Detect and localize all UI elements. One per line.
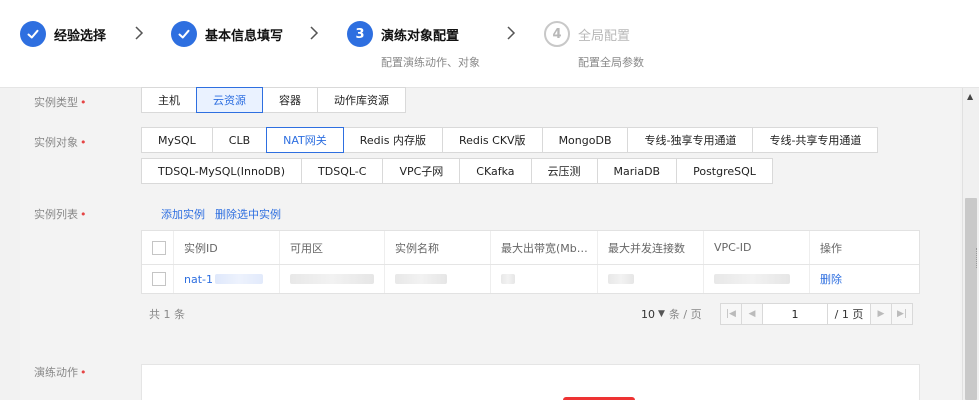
row-checkbox-cell	[142, 265, 174, 293]
instance-object-option[interactable]: 云压测	[530, 158, 598, 184]
instance-type-option[interactable]: 主机	[141, 87, 197, 113]
pagination: 共 1 条 10 ▼ 条 / 页 |◀ ◀ 1 / 1 页 ▶ ▶|	[141, 300, 920, 328]
instance-type-selector: 主机 云资源 容器 动作库资源	[141, 87, 406, 113]
check-icon	[171, 21, 197, 47]
instance-id-cell: nat-1	[174, 265, 280, 293]
column-header: 实例名称	[385, 231, 491, 264]
instance-type-option[interactable]: 动作库资源	[317, 87, 406, 113]
table-header: 实例ID 可用区 实例名称 最大出带宽(Mb… 最大并发连接数 VPC-ID 操…	[142, 231, 919, 265]
delete-row-link[interactable]: 删除	[820, 271, 842, 287]
bandwidth-cell	[491, 265, 598, 293]
total-count: 共 1 条	[149, 308, 185, 321]
scrollbar-thumb[interactable]	[965, 198, 977, 400]
redacted-text	[290, 274, 374, 284]
instance-object-option[interactable]: MySQL	[141, 127, 213, 153]
redacted-text	[714, 274, 790, 284]
instance-object-option[interactable]: NAT网关	[266, 127, 344, 153]
step-label: 经验选择	[54, 28, 107, 44]
scroll-up-icon[interactable]: ▲	[967, 92, 973, 101]
instance-object-option[interactable]: PostgreSQL	[676, 158, 773, 184]
instance-object-option[interactable]: MongoDB	[541, 127, 629, 153]
column-header: 最大并发连接数	[598, 231, 704, 264]
step-subtitle: 配置全局参数	[578, 56, 644, 69]
step-drill-object-config[interactable]: 3 演练对象配置	[347, 20, 459, 48]
instance-table: 实例ID 可用区 实例名称 最大出带宽(Mb… 最大并发连接数 VPC-ID 操…	[141, 230, 920, 294]
instance-type-option[interactable]: 容器	[262, 87, 318, 113]
header-checkbox-cell	[142, 231, 174, 264]
add-instance-link[interactable]: 添加实例	[161, 206, 205, 222]
connections-cell	[598, 265, 704, 293]
page-size-value: 10	[641, 307, 655, 321]
caret-down-icon: ▼	[658, 309, 665, 319]
instance-id-link[interactable]: nat-1	[184, 273, 213, 286]
step-number: 4	[544, 21, 570, 47]
instance-list-label: 实例列表 •	[34, 208, 87, 221]
redacted-text	[501, 274, 515, 284]
instance-object-option[interactable]: CKafka	[459, 158, 532, 184]
column-header: 最大出带宽(Mb…	[491, 231, 598, 264]
stepper: 经验选择 基本信息填写 3 演练对象配置 配置演练动作、对象 4 全局配置 配置…	[0, 0, 979, 88]
chevron-right-icon	[135, 26, 144, 40]
redacted-text	[395, 274, 447, 284]
instance-object-option[interactable]: TDSQL-C	[301, 158, 384, 184]
step-basic-info[interactable]: 基本信息填写	[171, 20, 283, 48]
select-all-checkbox[interactable]	[152, 240, 166, 255]
chevron-right-icon	[507, 26, 516, 40]
instance-object-option[interactable]: MariaDB	[596, 158, 678, 184]
last-page-icon[interactable]: ▶|	[891, 303, 913, 325]
table-row: nat-1 删除	[142, 265, 919, 293]
chevron-right-icon	[310, 26, 319, 40]
step-experience-selection[interactable]: 经验选择	[20, 20, 106, 48]
column-header: VPC-ID	[704, 231, 810, 264]
redacted-text	[215, 274, 263, 284]
instance-object-option[interactable]: VPC子网	[382, 158, 461, 184]
instance-object-option[interactable]: 专线-共享专用通道	[752, 127, 879, 153]
instance-object-option[interactable]: Redis CKV版	[441, 127, 543, 153]
page-controls: |◀ ◀ 1 / 1 页 ▶ ▶|	[720, 303, 913, 325]
instance-type-label: 实例类型 •	[34, 96, 87, 109]
vertical-scrollbar[interactable]: ▲	[962, 88, 979, 400]
next-page-icon[interactable]: ▶	[870, 303, 892, 325]
action-cell: 删除	[810, 265, 919, 293]
step-label: 基本信息填写	[205, 28, 284, 44]
row-checkbox[interactable]	[152, 272, 166, 286]
instance-list-actions: 添加实例 删除选中实例	[161, 206, 281, 222]
page-number-input[interactable]: 1	[762, 303, 828, 325]
column-header: 可用区	[280, 231, 385, 264]
instance-object-label: 实例对象 •	[34, 136, 87, 149]
instance-object-selector-row1: MySQL CLB NAT网关 Redis 内存版 Redis CKV版 Mon…	[141, 127, 879, 153]
instance-object-selector-row2: TDSQL-MySQL(InnoDB) TDSQL-C VPC子网 CKafka…	[141, 158, 773, 184]
instance-name-cell	[385, 265, 491, 293]
page-size-select[interactable]: 10 ▼ 条 / 页	[641, 306, 702, 322]
column-header: 实例ID	[174, 231, 280, 264]
prev-page-icon[interactable]: ◀	[741, 303, 763, 325]
step-subtitle: 配置演练动作、对象	[381, 56, 480, 69]
vpc-id-cell	[704, 265, 810, 293]
zone-cell	[280, 265, 385, 293]
first-page-icon[interactable]: |◀	[720, 303, 742, 325]
step-number: 3	[347, 21, 373, 47]
delete-selected-link[interactable]: 删除选中实例	[215, 206, 281, 222]
form-panel: 实例类型 • 主机 云资源 容器 动作库资源 实例对象 • MySQL CLB NA…	[20, 87, 960, 400]
instance-object-option[interactable]: CLB	[211, 127, 268, 153]
drill-action-label: 演练动作 •	[34, 366, 87, 379]
step-global-config[interactable]: 4 全局配置	[544, 20, 630, 48]
check-icon	[20, 21, 46, 47]
column-header: 操作	[820, 241, 842, 255]
instance-object-option[interactable]: Redis 内存版	[342, 127, 443, 153]
instance-object-option[interactable]: TDSQL-MySQL(InnoDB)	[141, 158, 303, 184]
step-label: 全局配置	[578, 28, 631, 44]
instance-object-option[interactable]: 专线-独享专用通道	[627, 127, 754, 153]
drill-action-box	[141, 364, 920, 400]
instance-type-option[interactable]: 云资源	[196, 87, 263, 113]
total-pages: / 1 页	[827, 303, 871, 325]
step-label: 演练对象配置	[381, 28, 460, 44]
redacted-text	[608, 274, 634, 284]
page-size-unit: 条 / 页	[668, 308, 702, 321]
